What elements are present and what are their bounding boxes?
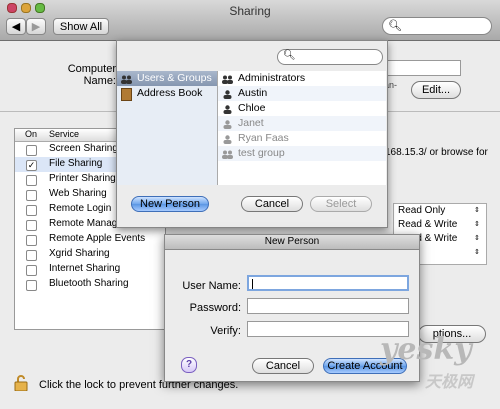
lock-icon[interactable] <box>14 375 28 392</box>
user-name-field[interactable] <box>247 275 409 291</box>
address-book-icon <box>121 88 132 101</box>
stepper-arrows-icon: ⇕ <box>474 235 480 242</box>
user-icon <box>222 89 233 99</box>
new-person-title: New Person <box>165 235 419 250</box>
chooser-search-field[interactable]: 🔍︎ <box>277 49 383 65</box>
person-name: Ryan Faas <box>238 132 289 144</box>
service-checkbox[interactable] <box>26 145 37 156</box>
source-item-address-book[interactable]: Address Book <box>117 86 217 101</box>
chooser-cancel-button[interactable]: Cancel <box>241 196 303 212</box>
yesky-watermark-sub: 天极网 <box>425 372 474 391</box>
person-row[interactable]: Administrators <box>218 71 386 86</box>
service-checkbox[interactable] <box>26 190 37 201</box>
service-label: Screen Sharing <box>49 143 118 154</box>
show-all-button[interactable]: Show All <box>53 18 109 35</box>
service-label: Remote Apple Events <box>49 233 146 244</box>
service-label: Remote Login <box>49 203 112 214</box>
window-title: Sharing <box>229 4 271 18</box>
service-column-header: Service <box>49 129 80 139</box>
person-name: Chloe <box>238 102 266 114</box>
person-row[interactable]: Ryan Faas <box>218 131 386 146</box>
user-icon <box>222 104 233 114</box>
service-label: Xgrid Sharing <box>49 248 110 259</box>
source-item-label: Users & Groups <box>137 72 212 84</box>
service-checkbox[interactable] <box>26 250 37 261</box>
computer-name-field[interactable] <box>383 60 461 76</box>
toolbar-search-field[interactable]: 🔍︎ <box>382 17 492 35</box>
password-label: Password: <box>189 302 241 314</box>
edit-button[interactable]: Edit... <box>411 81 461 99</box>
source-item-users-groups[interactable]: Users & Groups <box>117 71 217 86</box>
person-name: test group <box>238 147 285 159</box>
password-field[interactable] <box>247 298 409 314</box>
service-checkbox[interactable] <box>26 205 37 216</box>
on-column-header: On <box>25 129 38 139</box>
text-cursor <box>252 279 253 289</box>
group-icon <box>222 74 233 84</box>
stepper-arrows-icon: ⇕ <box>474 207 480 214</box>
service-checkbox[interactable] <box>26 280 37 291</box>
new-person-cancel-button[interactable]: Cancel <box>252 358 314 374</box>
permission-cell[interactable]: Read Only ⇕ <box>394 204 486 218</box>
service-label: Printer Sharing <box>49 173 116 184</box>
people-list: Administrators Austin Chloe Janet Ryan Faas t… <box>218 71 386 185</box>
permission-cell[interactable]: Read & Write ⇕ <box>394 218 486 232</box>
person-row[interactable]: Austin <box>218 86 386 101</box>
person-row[interactable]: Chloe <box>218 101 386 116</box>
search-icon: 🔍︎ <box>388 20 402 32</box>
stepper-arrows-icon: ⇕ <box>474 249 480 256</box>
service-row[interactable]: Xgrid Sharing <box>15 247 165 262</box>
service-checkbox[interactable] <box>26 265 37 276</box>
source-list: Users & Groups Address Book <box>117 71 218 185</box>
computer-name-label: Computer Name: <box>67 63 116 87</box>
service-checkbox[interactable] <box>26 235 37 246</box>
service-checkbox[interactable] <box>26 220 37 231</box>
service-row[interactable]: Remote Apple Events <box>15 232 165 247</box>
search-icon: 🔍︎ <box>283 50 296 61</box>
back-button[interactable]: ◀ <box>6 18 26 35</box>
person-name: Austin <box>238 87 268 99</box>
service-label: File Sharing <box>49 158 103 169</box>
service-label: Web Sharing <box>49 188 107 199</box>
user-chooser-sheet: 🔍︎ Users & Groups Address Book Administr… <box>116 40 388 228</box>
service-checkbox[interactable]: ✓ <box>26 160 37 171</box>
help-button[interactable]: ? <box>181 357 197 373</box>
user-icon <box>222 134 233 144</box>
group-icon <box>121 74 132 84</box>
service-row[interactable]: Bluetooth Sharing <box>15 277 165 292</box>
service-row[interactable]: Internet Sharing <box>15 262 165 277</box>
select-button[interactable]: Select <box>310 196 372 212</box>
user-name-label: User Name: <box>182 280 241 292</box>
new-person-button[interactable]: New Person <box>131 196 209 212</box>
forward-button[interactable]: ▶ <box>26 18 46 35</box>
person-row[interactable]: test group <box>218 146 386 161</box>
address-text: 168.15.3/ or browse for <box>385 147 488 158</box>
person-name: Administrators <box>238 72 306 84</box>
yesky-watermark: yesky <box>380 332 472 367</box>
person-name: Janet <box>238 117 264 129</box>
service-checkbox[interactable] <box>26 175 37 186</box>
verify-label: Verify: <box>210 325 241 337</box>
person-row[interactable]: Janet <box>218 116 386 131</box>
stepper-arrows-icon: ⇕ <box>474 221 480 228</box>
source-item-label: Address Book <box>137 87 203 99</box>
group-icon <box>222 149 233 159</box>
service-label: Bluetooth Sharing <box>49 278 129 289</box>
service-label: Internet Sharing <box>49 263 121 274</box>
user-icon <box>222 119 233 129</box>
window-titlebar: Sharing ◀ ▶ Show All 🔍︎ <box>0 0 500 41</box>
